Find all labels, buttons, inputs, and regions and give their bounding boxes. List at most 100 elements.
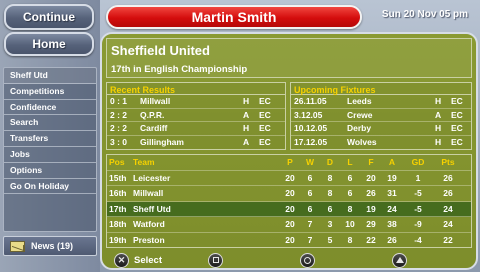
header-pos: Pos [109, 157, 125, 167]
row-against: 26 [387, 234, 397, 245]
row-played: 20 [285, 188, 295, 198]
result-opponent: Q.P.R. [140, 109, 165, 120]
league-table-header: Pos Team P W D L F A GD Pts [107, 155, 471, 171]
table-row[interactable]: 16th Millwall 20 6 8 6 26 31 -5 26 [107, 186, 471, 202]
header-won: W [305, 157, 315, 167]
row-won: 6 [307, 188, 313, 198]
upcoming-fixtures-title: Upcoming Fixtures [291, 83, 471, 95]
header-team: Team [133, 157, 155, 167]
row-lost: 6 [347, 188, 353, 198]
news-label: News (19) [31, 241, 74, 251]
table-row[interactable]: 15th Leicester 20 6 8 6 20 19 1 26 [107, 171, 471, 186]
row-lost: 10 [345, 219, 355, 229]
row-drawn: 8 [327, 188, 333, 198]
row-team: Leicester [133, 172, 171, 183]
fixture-date: 26.11.05 [294, 96, 327, 106]
result-row[interactable]: 3 : 0 Gillingham A EC [107, 136, 285, 150]
result-row[interactable]: 2 : 2 Cardiff H EC [107, 122, 285, 136]
result-competition: EC [259, 123, 271, 133]
row-points: 24 [443, 203, 453, 214]
header-drawn: D [326, 157, 334, 167]
row-pos: 19th [109, 234, 127, 245]
result-score: 2 : 2 [110, 123, 128, 133]
league-table: Pos Team P W D L F A GD Pts 15th Leicest… [106, 154, 472, 248]
header-lost: L [347, 157, 353, 167]
result-row[interactable]: 2 : 2 Q.P.R. A EC [107, 109, 285, 122]
fixture-opponent: Crewe [347, 109, 373, 120]
menu-item-options[interactable]: Options [4, 163, 96, 179]
row-for: 29 [366, 219, 376, 229]
fixture-row[interactable]: 10.12.05 Derby H EC [291, 122, 471, 136]
circle-control[interactable] [300, 252, 315, 268]
row-goal-difference: -4 [414, 234, 422, 245]
envelope-icon [10, 240, 25, 252]
menu-item-go-on-holiday[interactable]: Go On Holiday [4, 179, 96, 195]
triangle-control[interactable] [392, 252, 407, 268]
menu-item-jobs[interactable]: Jobs [4, 147, 96, 163]
row-won: 6 [307, 203, 313, 214]
table-row[interactable]: 18th Watford 20 7 3 10 29 38 -9 24 [107, 217, 471, 233]
upcoming-fixtures-box: Upcoming Fixtures 26.11.05 Leeds H EC 3.… [290, 82, 472, 150]
row-played: 20 [285, 203, 295, 214]
fixture-date: 10.12.05 [294, 123, 328, 133]
row-team: Millwall [133, 188, 164, 198]
row-won: 7 [307, 219, 313, 229]
menu-item-competitions[interactable]: Competitions [4, 84, 96, 100]
cross-select-label: Select [134, 254, 162, 266]
row-played: 20 [285, 234, 295, 245]
menu-item-transfers[interactable]: Transfers [4, 131, 96, 147]
fixture-date: 17.12.05 [294, 136, 328, 147]
fixture-row[interactable]: 3.12.05 Crewe A EC [291, 109, 471, 122]
result-row[interactable]: 0 : 1 Millwall H EC [107, 95, 285, 109]
triangle-button-icon [392, 252, 407, 268]
row-goal-difference: -5 [414, 203, 422, 214]
row-points: 26 [443, 172, 453, 183]
result-venue: A [243, 136, 250, 147]
result-venue: H [243, 96, 250, 106]
row-played: 20 [285, 172, 295, 183]
row-pos: 16th [109, 188, 127, 198]
league-position: 17th in English Championship [111, 64, 248, 75]
fixture-row[interactable]: 26.11.05 Leeds H EC [291, 95, 471, 109]
header-goal-difference: GD [411, 157, 425, 167]
square-button-icon [208, 252, 223, 268]
header-played: P [287, 157, 293, 167]
cross-select-control[interactable]: ✕ Select [114, 252, 162, 268]
news-button[interactable]: News (19) [3, 236, 97, 256]
menu-item-sheff-utd[interactable]: Sheff Utd [4, 68, 96, 84]
row-pos: 18th [109, 219, 127, 229]
row-lost: 8 [347, 234, 353, 245]
row-goal-difference: 1 [415, 172, 421, 183]
result-competition: EC [259, 109, 271, 120]
result-score: 0 : 1 [110, 96, 128, 106]
menu-item-confidence[interactable]: Confidence [4, 100, 96, 116]
result-score: 2 : 2 [110, 109, 128, 120]
fixture-competition: EC [451, 136, 463, 147]
row-goal-difference: -9 [414, 219, 422, 229]
result-score: 3 : 0 [110, 136, 128, 147]
table-row[interactable]: 19th Preston 20 7 5 8 22 26 -4 22 [107, 233, 471, 249]
row-for: 20 [366, 172, 376, 183]
table-row-highlighted[interactable]: 17th Sheff Utd 20 6 6 8 19 24 -5 24 [107, 201, 471, 217]
row-won: 6 [307, 172, 313, 183]
continue-button[interactable]: Continue [4, 4, 94, 30]
square-control[interactable] [208, 252, 223, 268]
fixture-competition: EC [451, 109, 463, 120]
row-points: 26 [443, 188, 453, 198]
row-pos: 17th [109, 203, 127, 214]
fixture-date: 3.12.05 [294, 109, 323, 120]
menu-item-search[interactable]: Search [4, 115, 96, 132]
fixture-competition: EC [451, 96, 463, 106]
row-against: 19 [387, 172, 397, 183]
row-for: 22 [366, 234, 376, 245]
row-drawn: 3 [327, 219, 333, 229]
club-overview-panel: Sheffield United 17th in English Champio… [100, 32, 478, 270]
row-for: 26 [366, 188, 376, 198]
row-team: Preston [133, 234, 165, 245]
fixture-competition: EC [451, 123, 463, 133]
fixture-opponent: Wolves [347, 136, 377, 147]
home-button[interactable]: Home [4, 32, 94, 56]
fixture-row[interactable]: 17.12.05 Wolves H EC [291, 136, 471, 150]
result-venue: H [243, 123, 250, 133]
result-competition: EC [259, 96, 271, 106]
